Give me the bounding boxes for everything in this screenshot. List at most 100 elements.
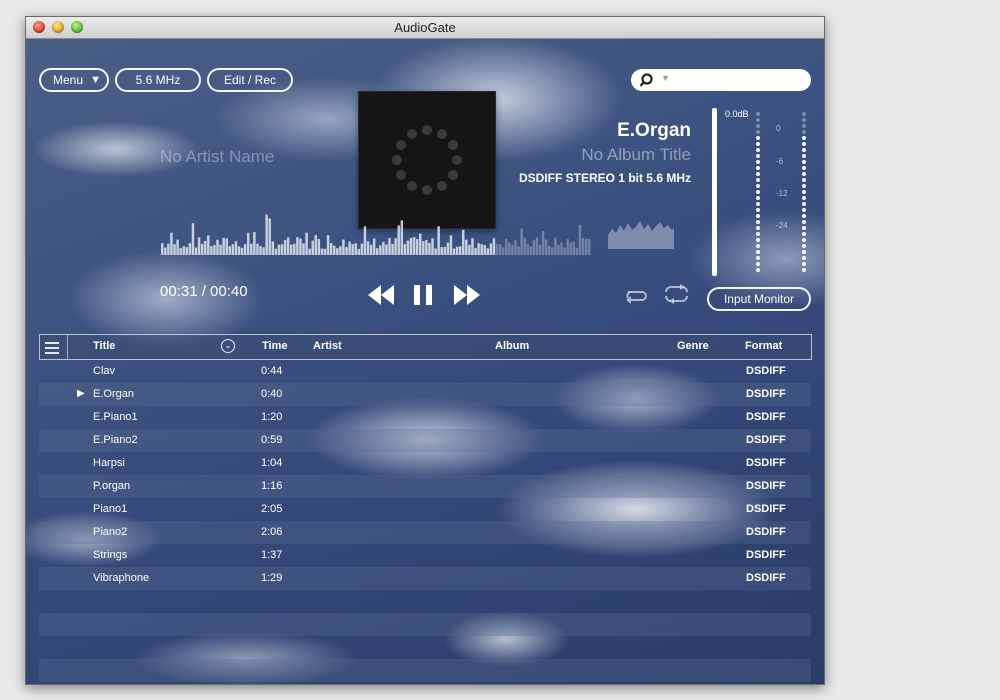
empty-row	[39, 682, 811, 684]
column-album[interactable]: Album	[495, 340, 529, 352]
table-row[interactable]: Harpsi 1:04 DSDIFF	[39, 452, 811, 475]
playlist-header: Title ⌄ Time Artist Album Genre Format	[39, 334, 812, 360]
empty-row	[39, 613, 811, 636]
table-row-playing[interactable]: ▶ E.Organ 0:40 DSDIFF	[39, 383, 811, 406]
meter-dot	[802, 256, 806, 260]
meter-dot	[802, 154, 806, 158]
fast-forward-button[interactable]	[454, 285, 480, 305]
level-meter-right	[802, 112, 806, 274]
meter-dot	[802, 190, 806, 194]
playing-indicator-icon: ▶	[77, 388, 85, 399]
table-row[interactable]: E.Piano1 1:20 DSDIFF	[39, 406, 811, 429]
table-row[interactable]: P.organ 1:16 DSDIFF	[39, 475, 811, 498]
track-format-cell: DSDIFF	[746, 411, 786, 423]
header-divider	[67, 335, 68, 359]
meter-dot	[802, 130, 806, 134]
track-title: E.Organ	[617, 120, 691, 141]
meter-dot	[756, 130, 760, 134]
meter-dot	[802, 196, 806, 200]
track-title-cell: Piano2	[93, 526, 128, 538]
elapsed-time: 00:31	[160, 283, 198, 300]
meter-dot	[802, 244, 806, 248]
meter-dot	[756, 178, 760, 182]
meter-dot	[756, 238, 760, 242]
track-time-cell: 2:06	[261, 526, 283, 538]
menu-button[interactable]: Menu ▼	[39, 68, 109, 92]
sort-direction-icon[interactable]: ⌄	[221, 339, 235, 353]
sample-rate-button[interactable]: 5.6 MHz	[115, 68, 201, 92]
meter-dot	[802, 148, 806, 152]
table-row[interactable]: E.Piano2 0:59 DSDIFF	[39, 429, 811, 452]
pause-button[interactable]	[414, 285, 432, 305]
meter-dot	[756, 154, 760, 158]
meter-dot	[756, 268, 760, 272]
search-field[interactable]: ▼	[631, 69, 811, 91]
waveform-remaining	[495, 224, 591, 255]
track-title-cell: Strings	[93, 549, 128, 561]
column-format[interactable]: Format	[745, 340, 782, 352]
track-title-cell: Vibraphone	[93, 572, 150, 584]
repeat-icon[interactable]	[623, 286, 649, 304]
search-icon	[639, 73, 653, 87]
playlist-menu-icon[interactable]	[45, 339, 59, 357]
meter-dot	[802, 166, 806, 170]
track-format-cell: DSDIFF	[746, 526, 786, 538]
column-time[interactable]: Time	[262, 340, 287, 352]
edit-rec-button[interactable]: Edit / Rec	[207, 68, 293, 92]
meter-dot	[756, 148, 760, 152]
empty-row	[39, 636, 811, 659]
table-row[interactable]: Vibraphone 1:29 DSDIFF	[39, 567, 811, 590]
total-time: / 00:40	[201, 283, 248, 300]
track-time-cell: 0:59	[261, 434, 283, 446]
meter-dot	[756, 244, 760, 248]
meter-dot	[802, 172, 806, 176]
column-genre[interactable]: Genre	[677, 340, 709, 352]
meter-dot	[802, 160, 806, 164]
meter-dot	[756, 220, 760, 224]
meter-dot	[756, 118, 760, 122]
track-title-cell: E.Piano2	[93, 434, 138, 446]
meter-dot	[756, 202, 760, 206]
meter-scale-0: 0	[776, 124, 781, 133]
track-title-cell: Piano1	[93, 503, 128, 515]
meter-dot	[802, 202, 806, 206]
title-bar[interactable]: AudioGate	[26, 17, 824, 39]
search-options-chevron-icon[interactable]: ▼	[661, 73, 670, 83]
track-time-cell: 0:44	[261, 365, 283, 377]
track-format-cell: DSDIFF	[746, 572, 786, 584]
meter-peak-label: 0.0dB	[725, 109, 749, 119]
meter-dot	[802, 262, 806, 266]
meter-dot	[756, 250, 760, 254]
empty-row	[39, 590, 811, 613]
mini-waveform	[608, 221, 674, 249]
rewind-button[interactable]	[368, 285, 394, 305]
meter-scale-24: -24	[776, 221, 788, 230]
meter-dot	[756, 136, 760, 140]
menu-button-label: Menu	[53, 73, 84, 87]
meter-dot	[756, 112, 760, 116]
column-artist[interactable]: Artist	[313, 340, 342, 352]
playlist-table: Clav 0:44 DSDIFF ▶ E.Organ 0:40 DSDIFF E…	[39, 360, 811, 684]
input-monitor-button[interactable]: Input Monitor	[707, 287, 811, 311]
meter-dot	[802, 118, 806, 122]
table-row[interactable]: Piano1 2:05 DSDIFF	[39, 498, 811, 521]
track-format-cell: DSDIFF	[746, 503, 786, 515]
waveform-scrubber[interactable]	[161, 199, 591, 255]
meter-dot	[802, 112, 806, 116]
meter-dot	[756, 232, 760, 236]
track-title-cell: E.Piano1	[93, 411, 138, 423]
track-format-cell: DSDIFF	[746, 365, 786, 377]
shuffle-icon[interactable]	[663, 284, 691, 304]
meter-dot	[756, 142, 760, 146]
table-row[interactable]: Strings 1:37 DSDIFF	[39, 544, 811, 567]
meter-dot	[802, 220, 806, 224]
meter-dot	[802, 142, 806, 146]
track-format-cell: DSDIFF	[746, 549, 786, 561]
column-title[interactable]: Title	[93, 340, 115, 352]
meter-dot	[756, 214, 760, 218]
meter-dot	[756, 262, 760, 266]
table-row[interactable]: Piano2 2:06 DSDIFF	[39, 521, 811, 544]
time-display: 00:31 / 00:40	[160, 283, 248, 300]
table-row[interactable]: Clav 0:44 DSDIFF	[39, 360, 811, 383]
track-format-cell: DSDIFF	[746, 388, 786, 400]
